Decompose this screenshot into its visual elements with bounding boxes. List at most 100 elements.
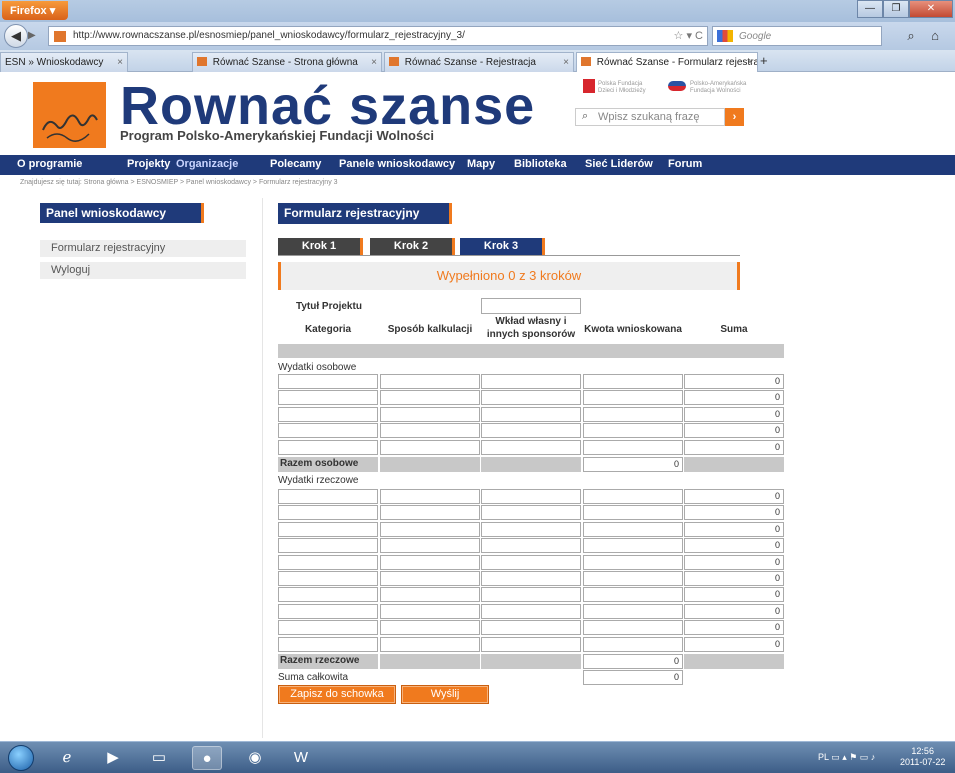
own-contribution-input[interactable] — [481, 390, 581, 406]
category-input[interactable] — [278, 439, 378, 455]
home-icon[interactable]: ⌂ — [924, 26, 946, 46]
category-input[interactable] — [278, 505, 378, 521]
calculation-input[interactable] — [380, 636, 480, 652]
own-contribution-input[interactable] — [481, 571, 581, 586]
category-input[interactable] — [278, 406, 378, 422]
close-tab-icon[interactable]: × — [563, 57, 569, 68]
calculation-input[interactable] — [380, 587, 480, 603]
close-tab-icon[interactable]: × — [747, 57, 753, 68]
calculation-input[interactable] — [380, 538, 480, 554]
media-player-icon[interactable]: ▶ — [98, 746, 128, 770]
own-contribution-input[interactable] — [481, 505, 581, 521]
webcam-icon[interactable]: ◉ — [240, 746, 270, 770]
menu-item-mapy[interactable]: Mapy — [467, 158, 495, 170]
requested-amount-input[interactable] — [583, 538, 683, 554]
own-contribution-input[interactable] — [481, 423, 581, 439]
back-icon[interactable]: ◀ — [4, 24, 28, 48]
own-contribution-input[interactable] — [481, 538, 581, 554]
calculation-input[interactable] — [380, 374, 480, 389]
close-icon[interactable]: ✕ — [909, 0, 953, 18]
logo-icon[interactable] — [33, 82, 106, 148]
search-icon[interactable]: ⌕ — [900, 26, 922, 46]
own-contribution-input[interactable] — [481, 439, 581, 455]
close-tab-icon[interactable]: × — [371, 57, 377, 68]
category-input[interactable] — [278, 603, 378, 619]
tab-form[interactable]: Równać Szanse - Formularz rejestrac... × — [576, 52, 758, 72]
category-input[interactable] — [278, 390, 378, 406]
menu-item-projekty[interactable]: Projekty — [127, 158, 170, 170]
own-contribution-input[interactable] — [481, 620, 581, 636]
save-to-clipboard-button[interactable]: Zapisz do schowka — [278, 685, 396, 704]
requested-amount-input[interactable] — [583, 521, 683, 537]
tab-step-2[interactable]: Krok 2 — [370, 238, 455, 255]
category-input[interactable] — [278, 489, 378, 504]
minimize-icon[interactable]: — — [857, 0, 883, 18]
calculation-input[interactable] — [380, 439, 480, 455]
sidebar-item-formularz[interactable]: Formularz rejestracyjny — [40, 240, 246, 257]
category-input[interactable] — [278, 571, 378, 586]
requested-amount-input[interactable] — [583, 406, 683, 422]
calculation-input[interactable] — [380, 505, 480, 521]
requested-amount-input[interactable] — [583, 620, 683, 636]
calculation-input[interactable] — [380, 390, 480, 406]
own-contribution-input[interactable] — [481, 554, 581, 570]
category-input[interactable] — [278, 620, 378, 636]
requested-amount-input[interactable] — [583, 554, 683, 570]
category-input[interactable] — [278, 538, 378, 554]
sidebar-item-wyloguj[interactable]: Wyloguj — [40, 262, 246, 279]
own-contribution-input[interactable] — [481, 603, 581, 619]
tab-esn[interactable]: ESN » Wnioskodawcy × — [0, 52, 128, 72]
own-contribution-input[interactable] — [481, 636, 581, 652]
calculation-input[interactable] — [380, 603, 480, 619]
own-contribution-input[interactable] — [481, 406, 581, 422]
folder-icon[interactable]: ▭ — [144, 746, 174, 770]
language-indicator[interactable]: PL — [818, 752, 829, 762]
search-go-button[interactable]: › — [725, 108, 744, 126]
partner2-name[interactable]: Polsko-Amerykańska Fundacja Wolności — [690, 81, 750, 95]
internet-explorer-icon[interactable]: ℯ — [52, 746, 82, 770]
menu-item-organizacje[interactable]: Organizacje — [176, 158, 238, 170]
url-bar[interactable]: http://www.rownacszanse.pl/esnosmiep/pan… — [48, 26, 708, 46]
tab-registration[interactable]: Równać Szanse - Rejestracja × — [384, 52, 574, 72]
own-contribution-input[interactable] — [481, 521, 581, 537]
new-tab-button[interactable]: + — [760, 53, 768, 68]
bookmark-star-icon[interactable]: ☆ ▾ C — [674, 29, 703, 42]
tab-home[interactable]: Równać Szanse - Strona główna × — [192, 52, 382, 72]
forward-icon[interactable]: ▶ — [28, 28, 44, 44]
requested-amount-input[interactable] — [583, 505, 683, 521]
category-input[interactable] — [278, 587, 378, 603]
logo-title[interactable]: Rownać szanse — [120, 79, 535, 133]
own-contribution-input[interactable] — [481, 587, 581, 603]
word-icon[interactable]: W — [286, 746, 316, 770]
calculation-input[interactable] — [380, 620, 480, 636]
browser-search-input[interactable]: Google — [712, 26, 882, 46]
requested-amount-input[interactable] — [583, 603, 683, 619]
partner2-logo-icon[interactable] — [668, 81, 686, 91]
requested-amount-input[interactable] — [583, 390, 683, 406]
category-input[interactable] — [278, 423, 378, 439]
calculation-input[interactable] — [380, 521, 480, 537]
own-contribution-input[interactable] — [481, 374, 581, 389]
category-input[interactable] — [278, 374, 378, 389]
requested-amount-input[interactable] — [583, 587, 683, 603]
calculation-input[interactable] — [380, 406, 480, 422]
start-button-icon[interactable] — [8, 745, 34, 771]
firefox-icon[interactable]: ● — [192, 746, 222, 770]
menu-item-polecamy[interactable]: Polecamy — [270, 158, 321, 170]
menu-item-forum[interactable]: Forum — [668, 158, 702, 170]
tray-language[interactable]: PL ▭ ▴ ⚑ ▭ ♪ — [818, 752, 875, 763]
send-button[interactable]: Wyślij — [401, 685, 489, 704]
category-input[interactable] — [278, 521, 378, 537]
category-input[interactable] — [278, 554, 378, 570]
tab-step-1[interactable]: Krok 1 — [278, 238, 363, 255]
calculation-input[interactable] — [380, 554, 480, 570]
partner1-logo-icon[interactable] — [583, 79, 595, 93]
menu-item-siec-liderow[interactable]: Sieć Liderów — [585, 158, 653, 170]
project-title-input[interactable] — [481, 298, 581, 314]
requested-amount-input[interactable] — [583, 423, 683, 439]
menu-item-o-programie[interactable]: O programie — [17, 158, 82, 170]
maximize-icon[interactable]: ❐ — [883, 0, 909, 18]
requested-amount-input[interactable] — [583, 439, 683, 455]
partner1-name[interactable]: Polska Fundacja Dzieci i Młodzieży — [598, 81, 658, 95]
firefox-menu-button[interactable]: Firefox ▾ — [2, 1, 68, 20]
